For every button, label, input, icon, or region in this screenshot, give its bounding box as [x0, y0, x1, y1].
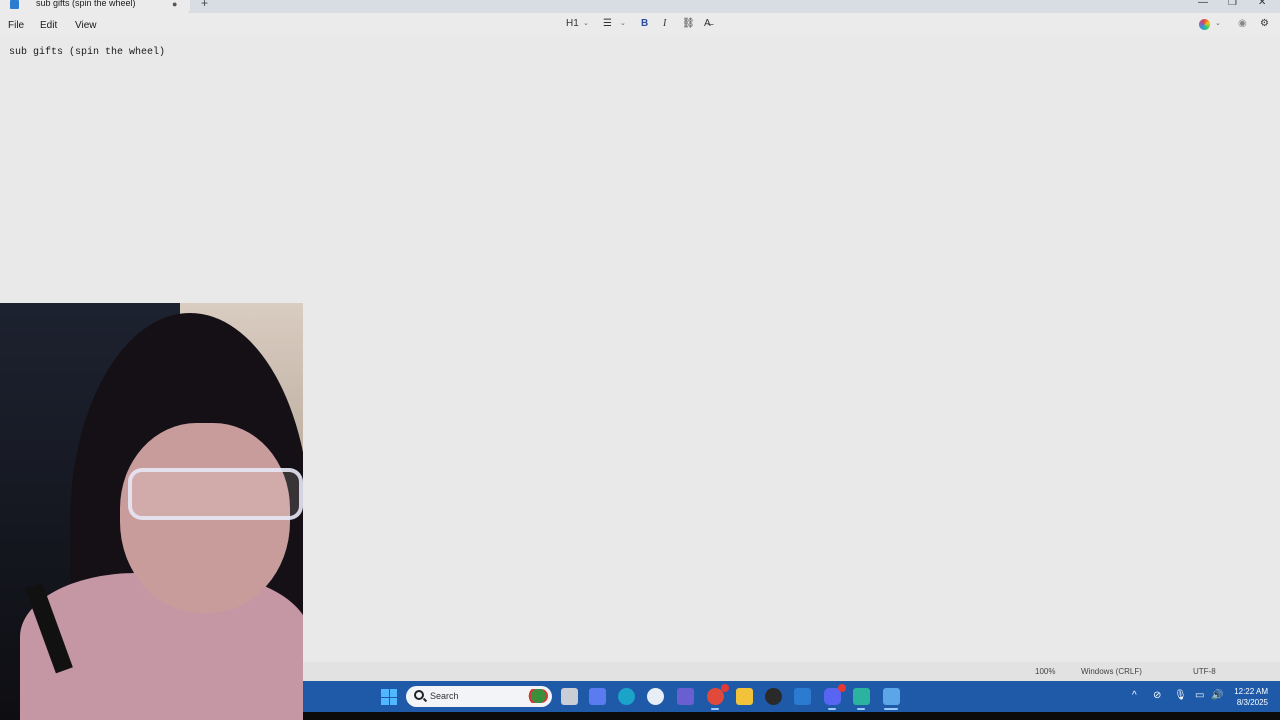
taskbar-app-teal[interactable]: [853, 688, 870, 705]
chevron-down-icon: ⌄: [620, 20, 626, 27]
file-explorer-icon[interactable]: [736, 688, 753, 705]
heading-dropdown[interactable]: H1: [566, 18, 579, 29]
list-icon[interactable]: ☰: [603, 18, 612, 29]
running-indicator: [711, 708, 719, 710]
clock-time: 12:22 AM: [1234, 687, 1268, 696]
microphone-icon[interactable]: 🎙: [1174, 690, 1187, 701]
search-highlight-icon: [524, 689, 548, 703]
taskbar-search[interactable]: Search: [406, 686, 552, 707]
tray-chevron-icon[interactable]: ^: [1132, 690, 1137, 701]
notification-badge: [838, 684, 846, 692]
link-icon[interactable]: ⛓: [682, 18, 695, 29]
screen: sub gifts (spin the wheel) ● + — ❐ ✕ Fil…: [0, 0, 1280, 720]
close-button[interactable]: ✕: [1258, 0, 1266, 8]
unsaved-dot-icon[interactable]: ●: [172, 0, 177, 9]
copilot-icon[interactable]: [1199, 19, 1210, 30]
menu-bar: File Edit View H1 ⌄ ☰ ⌄ B I ⛓ A̶ ⌄ ◉ ⚙: [0, 13, 1280, 37]
obs-icon[interactable]: [765, 688, 782, 705]
discord-icon[interactable]: [824, 684, 846, 705]
minimize-button[interactable]: —: [1198, 0, 1208, 8]
running-indicator: [857, 708, 865, 710]
search-icon: [414, 690, 424, 700]
tray-sync-icon[interactable]: ⊘: [1153, 690, 1161, 701]
chevron-down-icon: ⌄: [1215, 20, 1221, 27]
menu-edit[interactable]: Edit: [40, 20, 57, 31]
webcam-overlay: [0, 303, 303, 720]
display-icon[interactable]: ▭: [1195, 690, 1204, 701]
document-text: sub gifts (spin the wheel): [9, 47, 166, 58]
search-placeholder: Search: [430, 691, 459, 701]
maximize-button[interactable]: ❐: [1228, 0, 1237, 8]
copilot-app-icon[interactable]: [589, 688, 606, 705]
notepad-app-icon[interactable]: [883, 688, 900, 705]
italic-button[interactable]: I: [663, 18, 666, 29]
tab-title: sub gifts (spin the wheel): [36, 0, 136, 8]
active-window-indicator: [884, 708, 898, 710]
clock-date: 8/3/2025: [1236, 698, 1268, 707]
chevron-down-icon: ⌄: [583, 20, 589, 27]
chrome-icon[interactable]: [707, 684, 729, 705]
settings-icon[interactable]: ⚙: [1260, 18, 1269, 29]
encoding[interactable]: UTF-8: [1193, 667, 1216, 676]
teams-icon[interactable]: [677, 688, 694, 705]
line-ending[interactable]: Windows (CRLF): [1081, 667, 1142, 676]
store-icon[interactable]: [794, 688, 811, 705]
windows-start-button[interactable]: [381, 689, 397, 705]
tab-document[interactable]: sub gifts (spin the wheel) ●: [0, 0, 190, 13]
notepad-icon: [10, 0, 19, 9]
running-indicator: [828, 708, 836, 710]
zoom-level[interactable]: 100%: [1035, 667, 1055, 676]
webcam-person-glasses: [128, 468, 303, 520]
taskbar-app-1[interactable]: [561, 688, 578, 705]
menu-view[interactable]: View: [75, 20, 97, 31]
title-bar: sub gifts (spin the wheel) ● + — ❐ ✕: [0, 0, 1280, 13]
new-tab-button[interactable]: +: [201, 0, 208, 10]
bold-button[interactable]: B: [641, 18, 648, 29]
volume-icon[interactable]: 🔊: [1211, 690, 1223, 701]
clear-formatting-icon[interactable]: A̶: [704, 18, 711, 29]
edge-icon[interactable]: [618, 688, 635, 705]
steam-icon[interactable]: [647, 688, 664, 705]
taskbar-clock[interactable]: 12:22 AM 8/3/2025: [1228, 686, 1268, 708]
notification-badge: [721, 684, 729, 692]
menu-file[interactable]: File: [8, 20, 24, 31]
account-icon[interactable]: ◉: [1238, 18, 1247, 29]
